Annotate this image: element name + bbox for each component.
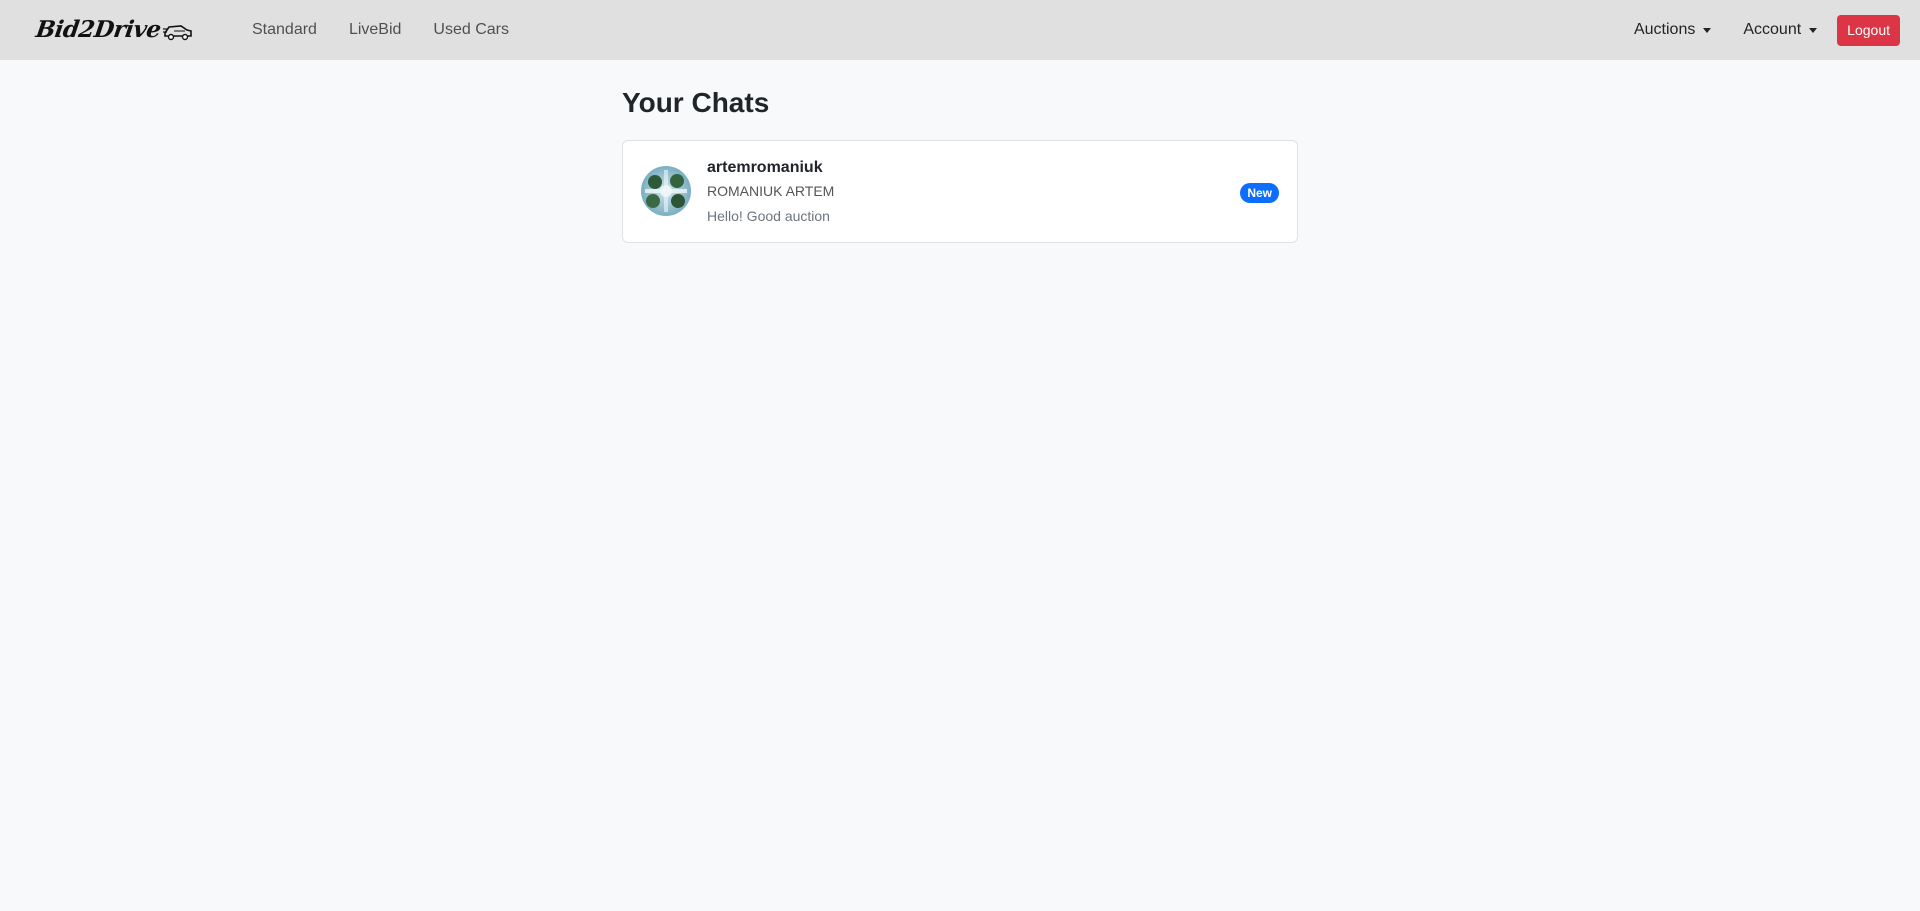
secondary-nav: Auctions Account Logout	[1618, 0, 1900, 60]
avatar	[641, 165, 691, 216]
car-icon	[162, 24, 192, 40]
caret-down-icon	[1703, 27, 1712, 33]
logout-button[interactable]: Logout	[1837, 14, 1900, 46]
auctions-dropdown-label: Auctions	[1633, 21, 1696, 38]
caret-down-icon	[1809, 27, 1818, 33]
auctions-dropdown[interactable]: Auctions	[1618, 21, 1727, 39]
chat-last-message: Hello! Good auction	[707, 207, 830, 224]
chat-info: artemromaniuk ROMANIUK ARTEM Hello! Good…	[707, 158, 834, 225]
nav-link-used-cars[interactable]: Used Cars	[417, 0, 525, 60]
nav-link-livebid[interactable]: LiveBid	[333, 0, 417, 60]
account-dropdown-label: Account	[1743, 21, 1802, 38]
new-badge: New	[1240, 182, 1279, 203]
chat-username: artemromaniuk	[707, 158, 823, 176]
brand-text: Bid2Drive	[34, 16, 163, 43]
primary-nav: Standard LiveBid Used Cars	[236, 0, 525, 60]
nav-link-standard[interactable]: Standard	[236, 0, 333, 60]
brand-logo[interactable]: Bid2Drive	[34, 16, 193, 43]
main-content: Your Chats artemromaniuk ROMANIUK ARTEM …	[622, 60, 1298, 243]
chat-full-name: ROMANIUK ARTEM	[707, 182, 835, 199]
page-title: Your Chats	[622, 87, 770, 118]
top-navbar: Bid2Drive Standard LiveBid Used Cars Auc…	[0, 0, 1920, 60]
account-dropdown[interactable]: Account	[1727, 21, 1833, 39]
avatar-image	[641, 165, 691, 216]
chat-list-item[interactable]: artemromaniuk ROMANIUK ARTEM Hello! Good…	[622, 139, 1298, 243]
